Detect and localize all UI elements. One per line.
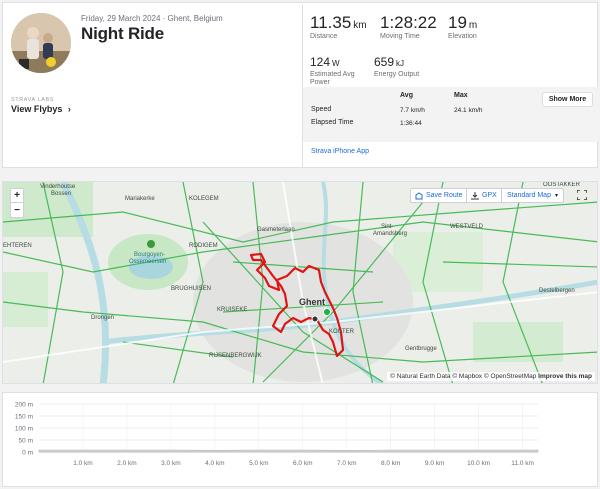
map-label-kruiseke: KRUISEKE — [217, 307, 248, 313]
speed-max: 24.1 km/h — [454, 107, 483, 114]
zoom-in-button[interactable]: + — [11, 189, 23, 203]
chevron-right-icon: › — [67, 104, 71, 114]
x-tick-label: 1.0 km — [73, 460, 93, 467]
x-tick-label: 3.0 km — [161, 460, 181, 467]
elevation-value: 19 — [448, 13, 467, 32]
x-tick-label: 5.0 km — [249, 460, 269, 467]
activity-summary: Friday, 29 March 2024 · Ghent, Belgium N… — [2, 2, 598, 168]
details-col-max: Max — [454, 92, 468, 99]
map-label-destelbergen: Destelbergen — [539, 288, 575, 294]
elevation-chart-svg: 200 m 150 m 100 m 50 m 0 m 1.0 km 2.0 km 3.0 km… — [15, 402, 539, 467]
map-label-ehteren: EHTEREN — [3, 243, 32, 249]
gpx-button[interactable]: GPX — [466, 188, 502, 203]
elevation-chart: 200 m 150 m 100 m 50 m 0 m 1.0 km 2.0 km 3.0 km… — [2, 392, 598, 487]
power-label: Estimated Avg Power — [310, 71, 355, 86]
activity-date-location: Friday, 29 March 2024 · Ghent, Belgium — [81, 14, 223, 23]
distance-unit: km — [353, 20, 367, 31]
summary-divider — [302, 5, 303, 167]
x-tick-label: 7.0 km — [337, 460, 357, 467]
map-label-kolegem: KOLEGEM — [189, 196, 219, 202]
y-tick-label: 150 m — [15, 414, 33, 421]
stat-energy: 659 kJ Energy Output — [374, 53, 419, 79]
elevation-label: Elevation — [448, 33, 477, 40]
start-marker — [322, 307, 332, 317]
energy-label: Energy Output — [374, 71, 420, 78]
zoom-out-button[interactable]: − — [11, 203, 23, 217]
energy-value: 659 — [374, 55, 395, 69]
stat-power: 124 W Estimated Avg Power — [310, 53, 370, 87]
caret-down-icon: ▾ — [554, 193, 558, 199]
distance-value: 11.35 — [310, 13, 352, 32]
map-style-select[interactable]: Standard Map ▾ — [501, 188, 564, 203]
fullscreen-button[interactable] — [575, 188, 588, 201]
y-tick-label: 0 m — [22, 450, 33, 457]
stat-moving-time: 1:28:22 Moving Time — [380, 13, 437, 41]
y-tick-label: 100 m — [15, 426, 33, 433]
x-tick-label: 6.0 km — [293, 460, 313, 467]
map-label-rijsenberg: RIJSENBERGWIJK — [209, 353, 262, 359]
map-label-vinderhoutse: Vinderhoutse — [40, 184, 76, 190]
elapsed-time-label: Elapsed Time — [311, 119, 354, 126]
map-label-sint-amandsberg-1: Sint- — [381, 224, 394, 230]
speed-avg: 7.7 km/h — [400, 107, 425, 114]
distance-label: Distance — [310, 33, 338, 40]
map-label-brughuisen: BRUGHUISEN — [171, 286, 212, 292]
details-table: Avg Max Speed 7.7 km/h 24.1 km/h Elapsed… — [303, 87, 598, 142]
map-label-bossen: Bossen — [51, 191, 72, 197]
details-col-avg: Avg — [400, 92, 413, 99]
map-label-westveld: WESTVELD — [450, 224, 484, 230]
activity-title: Night Ride — [81, 24, 164, 43]
avatar[interactable] — [11, 13, 71, 73]
energy-unit: kJ — [396, 59, 405, 68]
zoom-control: + − — [10, 188, 24, 218]
view-flybys-link[interactable]: View Flybys › — [11, 104, 71, 114]
stat-elevation: 19 m Elevation — [448, 13, 477, 41]
x-tick-label: 8.0 km — [381, 460, 401, 467]
map-attribution: © Natural Earth Data © Mapbox © OpenStre… — [387, 372, 595, 381]
x-tick-label: 11.0 km — [511, 460, 534, 467]
map-label-gasmeterlaan: Gasmeterlaan — [257, 227, 295, 233]
map-label-kouter: KOUTER — [329, 329, 355, 335]
map-canvas — [3, 182, 597, 383]
x-tick-label: 4.0 km — [205, 460, 225, 467]
map-label-mariakerke: Mariakerke — [125, 196, 155, 202]
elevation-unit: m — [468, 20, 478, 31]
stat-distance: 11.35 km Distance — [310, 13, 367, 41]
moving-time-value: 1:28:22 — [380, 13, 437, 32]
save-route-label: Save Route — [426, 192, 463, 199]
finish-marker — [311, 315, 319, 323]
gpx-label: GPX — [482, 192, 497, 199]
elapsed-time-value: 1:36:44 — [400, 120, 422, 127]
view-flybys-label: View Flybys — [11, 104, 63, 114]
save-route-button[interactable]: Save Route — [410, 188, 468, 203]
expand-icon — [576, 189, 587, 200]
x-tick-label: 9.0 km — [425, 460, 445, 467]
device-link[interactable]: Strava iPhone App — [311, 148, 369, 155]
x-tick-label: 10.0 km — [467, 460, 490, 467]
map-label-bourgoyen-2: Ossemeersen — [129, 259, 167, 265]
strava-labs-label: STRAVA LABS — [11, 97, 55, 103]
map-style-label: Standard Map — [507, 192, 551, 199]
power-unit: W — [332, 59, 340, 68]
y-tick-label: 50 m — [19, 438, 33, 445]
map-label-oostakker: OOSTAKKER — [543, 182, 580, 188]
show-more-button[interactable]: Show More — [542, 92, 593, 107]
speed-label: Speed — [311, 106, 332, 113]
save-route-icon — [415, 191, 423, 199]
map-label-drongen: Drongen — [91, 315, 115, 321]
map-label-gentbrugge: Gentbrugge — [405, 346, 437, 352]
map-label-rodigem: RODIGEM — [189, 243, 218, 249]
route-map[interactable]: + − Save Route GPX Standard Map ▾ Vinder… — [2, 181, 598, 384]
map-label-city: Ghent — [299, 297, 325, 307]
power-value: 124 — [310, 55, 331, 69]
map-label-sint-amandsberg-2: Amandsberg — [373, 231, 408, 237]
map-label-bourgoyen-1: Bourgoyen- — [134, 252, 166, 258]
y-tick-label: 200 m — [15, 402, 33, 409]
moving-time-label: Moving Time — [380, 33, 420, 40]
x-tick-label: 2.0 km — [117, 460, 137, 467]
download-icon — [471, 191, 479, 199]
improve-map-link[interactable]: Improve this map — [538, 373, 592, 380]
attribution-text: © Natural Earth Data © Mapbox © OpenStre… — [390, 373, 537, 380]
